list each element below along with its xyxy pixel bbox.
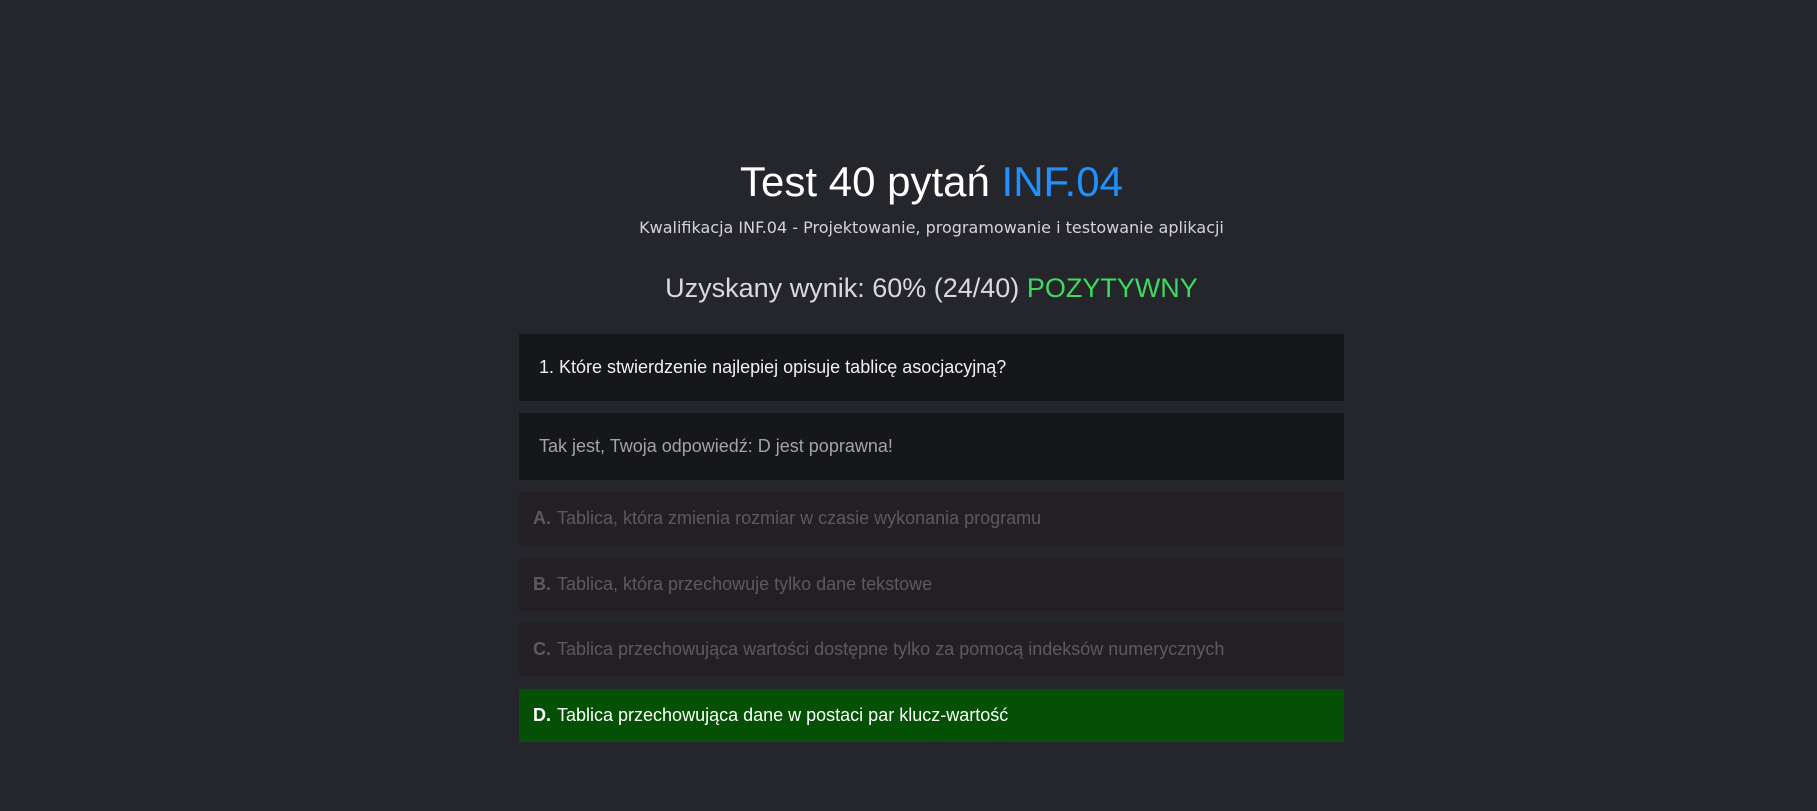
answer-text: Tablica przechowująca wartości dostępne …	[557, 639, 1225, 659]
score-label: Uzyskany wynik: 60% (24/40)	[665, 273, 1020, 303]
title-accent: INF.04	[1001, 158, 1123, 205]
answer-option-c[interactable]: C. Tablica przechowująca wartości dostęp…	[519, 623, 1344, 676]
question-text: 1. Które stwierdzenie najlepiej opisuje …	[539, 357, 1007, 377]
feedback-box: Tak jest, Twoja odpowiedź: D jest popraw…	[519, 413, 1344, 480]
answer-letter: C.	[533, 639, 551, 659]
score-line: Uzyskany wynik: 60% (24/40) POZYTYWNY	[519, 272, 1344, 304]
answer-text: Tablica przechowująca dane w postaci par…	[557, 705, 1009, 725]
answer-option-a[interactable]: A. Tablica, która zmienia rozmiar w czas…	[519, 492, 1344, 545]
page-subtitle: Kwalifikacja INF.04 - Projektowanie, pro…	[639, 218, 1224, 237]
answer-text: Tablica, która przechowuje tylko dane te…	[557, 574, 933, 594]
answer-letter: B.	[533, 574, 551, 594]
answer-letter: D.	[533, 705, 551, 725]
answer-text: Tablica, która zmienia rozmiar w czasie …	[557, 508, 1042, 528]
question-box: 1. Które stwierdzenie najlepiej opisuje …	[519, 334, 1344, 401]
answer-option-d[interactable]: D. Tablica przechowująca dane w postaci …	[519, 689, 1344, 742]
feedback-text: Tak jest, Twoja odpowiedź: D jest popraw…	[539, 436, 893, 456]
title-main: Test 40 pytań	[740, 158, 990, 205]
page-title: Test 40 pytań INF.04	[519, 158, 1344, 206]
answer-letter: A.	[533, 508, 551, 528]
answer-option-b[interactable]: B. Tablica, która przechowuje tylko dane…	[519, 558, 1344, 611]
score-status: POZYTYWNY	[1026, 273, 1198, 303]
